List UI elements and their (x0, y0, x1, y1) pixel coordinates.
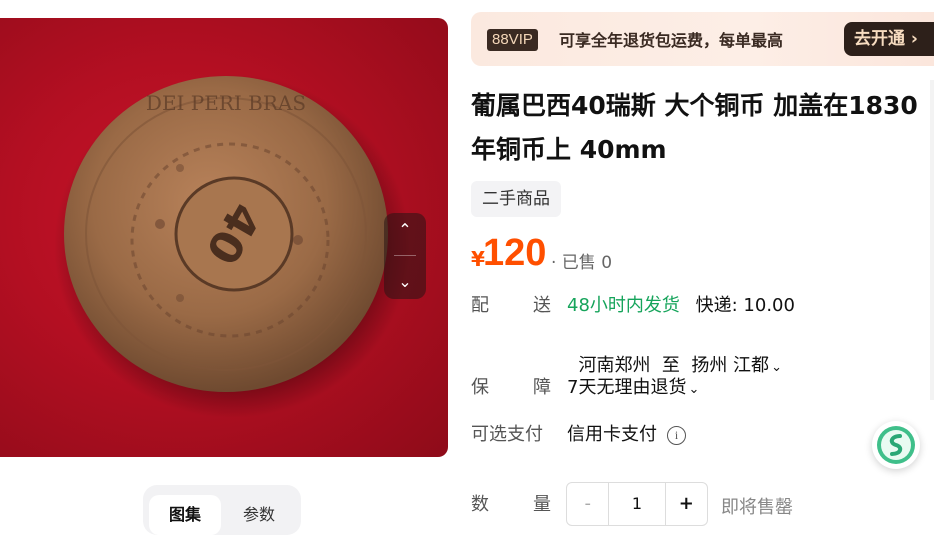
title-line-1: 葡属巴西40瑞斯 大个铜币 加盖在1830 (471, 91, 918, 120)
condition-tag: 二手商品 (471, 181, 561, 217)
product-title: 葡属巴西40瑞斯 大个铜币 加盖在1830 年铜币上 40mm (471, 84, 934, 172)
guarantee-label: 保 障 (471, 376, 551, 400)
quantity-input[interactable]: 1 (609, 483, 666, 525)
nav-divider (394, 255, 416, 257)
chevron-down-icon[interactable]: ⌄ (398, 274, 411, 290)
app-logo-icon[interactable] (872, 421, 920, 469)
shipping-speed: 48小时内发货 (567, 295, 680, 316)
vip-promo-text: 可享全年退货包运费，每单最高 (559, 31, 784, 50)
quantity-label: 数 量 (471, 493, 551, 517)
shipping-route[interactable]: 河南郑州 至 扬州 江都 ⌄ (567, 330, 782, 380)
payment-label: 可选支付 (471, 424, 543, 445)
tab-params[interactable]: 参数 (223, 495, 295, 535)
guarantee-label-b: 障 (533, 377, 551, 398)
chevron-up-icon[interactable]: ⌃ (398, 221, 411, 238)
payment-method: 信用卡支付 (567, 424, 657, 445)
payment-value: 信用卡支付 i (567, 423, 686, 447)
shipping-label-a: 配 (471, 295, 489, 316)
quantity-stepper: - 1 + (566, 482, 708, 526)
product-image[interactable]: 40 DEI PERI BRAS ⌃ ⌄ (0, 18, 448, 457)
coin-photo: 40 DEI PERI BRAS (54, 74, 410, 418)
chevron-down-icon: ⌄ (771, 360, 782, 375)
sold-count: · 已售 0 (551, 253, 613, 273)
guarantee-label-a: 保 (471, 377, 489, 398)
info-icon[interactable]: i (667, 425, 686, 445)
gallery-tabs: 图集 参数 (143, 485, 301, 535)
vip-banner: 88VIP 可享全年退货包运费，每单最高 去开通 › (471, 12, 934, 66)
shipping-fee: 快递: 10.00 (695, 295, 795, 316)
image-carousel-nav: ⌃ ⌄ (384, 213, 426, 299)
guarantee-value[interactable]: 7天无理由退货 ⌄ (567, 376, 699, 402)
stock-status: 即将售罄 (721, 497, 793, 518)
shipping-info: 48小时内发货 快递: 10.00 (567, 294, 795, 318)
shipping-label-b: 送 (533, 295, 551, 316)
quantity-minus-button[interactable]: - (567, 483, 610, 525)
price-value: 120 (483, 232, 547, 274)
vip-activate-button[interactable]: 去开通 › (844, 22, 934, 56)
quantity-label-b: 量 (533, 494, 551, 515)
title-line-2: 年铜币上 40mm (471, 135, 667, 164)
route-text: 河南郑州 至 扬州 江都 (578, 355, 770, 376)
quantity-plus-button[interactable]: + (666, 483, 707, 525)
vip-logo: 88VIP (487, 29, 538, 51)
quantity-label-a: 数 (471, 494, 489, 515)
guarantee-text: 7天无理由退货 (567, 377, 687, 398)
chevron-down-icon: ⌄ (688, 382, 700, 397)
scrollbar-track[interactable] (930, 80, 934, 400)
tab-gallery[interactable]: 图集 (149, 495, 221, 535)
shipping-label: 配 送 (471, 294, 551, 318)
svg-text:DEI PERI BRAS: DEI PERI BRAS (146, 91, 306, 115)
